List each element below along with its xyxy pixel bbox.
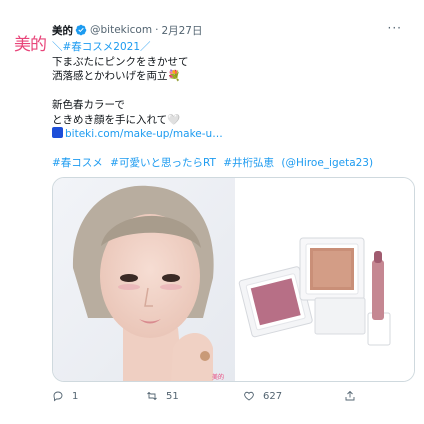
cosmetics-photo <box>235 178 414 381</box>
article-link[interactable]: biteki.com/make-up/make-u… <box>52 127 412 142</box>
hashtag[interactable]: #井桁弘恵 <box>223 157 274 169</box>
verified-badge-icon <box>75 24 87 36</box>
like-button[interactable]: 627 <box>243 390 282 402</box>
hashtag-line[interactable]: ＼#春コスメ2021／ <box>52 41 151 53</box>
retweet-count: 51 <box>166 390 179 402</box>
reply-icon <box>53 391 63 402</box>
hashtag[interactable]: #可愛いと思ったらRT <box>110 157 216 169</box>
share-button[interactable] <box>344 390 364 402</box>
avatar-logo: 美的 <box>14 34 47 55</box>
reply-button[interactable]: 1 <box>52 390 78 402</box>
mention[interactable]: (@Hiroe_igeta23) <box>281 157 373 169</box>
more-options-icon[interactable]: ··· <box>388 21 402 35</box>
tweet-line: ときめき顔を手に入れて🤍 <box>52 113 181 126</box>
hashtag[interactable]: #春コスメ <box>52 157 103 169</box>
link-text[interactable]: biteki.com/make-up/make-u… <box>65 128 223 140</box>
tweet-line: ＼#春コスメ2021／ <box>52 40 412 55</box>
hashtag-row: #春コスメ #可愛いと思ったらRT #井桁弘恵 (@Hiroe_igeta23) <box>52 156 412 171</box>
tweet-line: 洒落感とかわいげを両立💐 <box>52 70 181 82</box>
share-icon <box>345 390 355 401</box>
reply-count: 1 <box>72 390 79 402</box>
account-handle[interactable]: @bitekicom <box>90 24 152 36</box>
account-name[interactable]: 美的 <box>52 23 73 38</box>
tweet-media[interactable]: 美的 <box>52 177 415 382</box>
tweet-text: ＼#春コスメ2021／ 下まぶたにピンクをきかせて 洒落感とかわいげを両立💐 新… <box>52 40 412 171</box>
tweet-header: 美的 @bitekicom · 2月27日 ··· <box>52 21 410 39</box>
model-photo <box>53 178 235 381</box>
like-count: 627 <box>263 390 283 402</box>
tweet-line: 新色春カラーで <box>52 99 125 111</box>
separator: · <box>155 24 159 36</box>
tweet-date[interactable]: 2月27日 <box>161 23 202 38</box>
tweet[interactable]: 美的 美的 @bitekicom · 2月27日 ··· ＼#春コスメ2021／… <box>0 0 424 424</box>
avatar[interactable]: 美的 <box>10 28 50 56</box>
link-icon <box>52 127 63 138</box>
photo-watermark: 美的 <box>212 374 225 381</box>
retweet-icon <box>147 391 157 401</box>
retweet-button[interactable]: 51 <box>146 390 179 402</box>
tweet-actions: 1 51 627 <box>52 390 382 404</box>
tweet-line: 下まぶたにピンクをきかせて <box>52 55 189 68</box>
heart-icon <box>244 391 254 401</box>
